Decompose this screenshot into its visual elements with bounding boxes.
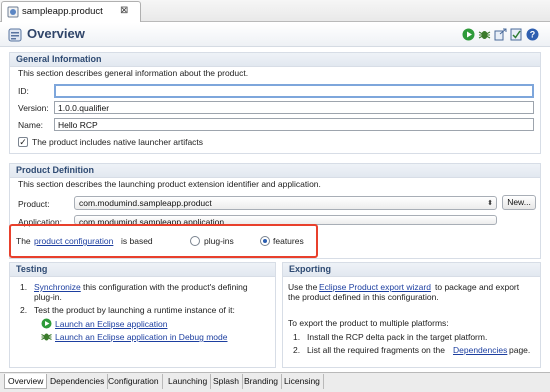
product-combo-value: com.modumind.sampleapp.product: [79, 198, 212, 208]
version-label: Version:: [18, 103, 49, 113]
export-line1-prefix: Use the: [288, 282, 318, 292]
svg-text:?: ?: [530, 30, 536, 40]
help-icon[interactable]: ?: [526, 28, 539, 41]
config-prefix: The: [16, 236, 31, 246]
page-title: Overview: [27, 26, 85, 41]
tab-splash[interactable]: Splash: [210, 374, 243, 389]
overview-icon: [8, 28, 22, 42]
exporting-section: Exporting Use the Eclipse Product export…: [282, 262, 541, 368]
tab-overview[interactable]: Overview: [4, 374, 48, 389]
launch-debug-link[interactable]: Launch an Eclipse application in Debug m…: [55, 332, 227, 342]
synchronize-link[interactable]: Synchronize: [34, 282, 81, 292]
launch-eclipse-link[interactable]: Launch an Eclipse application: [55, 319, 167, 329]
close-icon[interactable]: ⊠: [120, 5, 128, 16]
product-label: Product:: [18, 199, 50, 209]
export-line1-suffix: to package and export: [435, 282, 520, 292]
section-title: Exporting: [289, 264, 331, 274]
tab-launching[interactable]: Launching: [165, 374, 212, 389]
section-description: This section describes the launching pro…: [18, 179, 321, 189]
name-field[interactable]: Hello RCP: [54, 118, 534, 131]
id-field[interactable]: [54, 84, 534, 98]
step1-text-cont: plug-in.: [34, 292, 62, 302]
tab-licensing[interactable]: Licensing: [281, 374, 324, 389]
section-header: General Information: [10, 53, 540, 67]
features-radio-label: features: [273, 236, 304, 246]
features-radio[interactable]: [260, 236, 270, 246]
tab-branding[interactable]: Branding: [241, 374, 283, 389]
product-file-icon: [7, 6, 19, 18]
section-header: Product Definition: [10, 164, 540, 178]
editor-tab-bar: sampleapp.product ⊠: [0, 0, 550, 22]
product-configuration-link[interactable]: product configuration: [34, 236, 113, 246]
section-title: General Information: [16, 54, 102, 64]
editor-tab-title: sampleapp.product: [22, 6, 103, 17]
run-icon: [41, 318, 52, 329]
editor-page-tabs: Overview Dependencies Configuration Laun…: [0, 372, 550, 392]
section-header: Exporting: [283, 263, 540, 277]
step1-text: this configuration with the product's de…: [83, 282, 248, 292]
section-header: Testing: [10, 263, 275, 277]
section-title: Product Definition: [16, 165, 94, 175]
section-description: This section describes general informati…: [18, 68, 249, 78]
chevron-updown-icon: ⬍: [487, 200, 493, 207]
general-information-section: General Information This section describ…: [9, 52, 541, 154]
plugins-radio[interactable]: [190, 236, 200, 246]
step2-text: Test the product by launching a runtime …: [34, 305, 235, 315]
export-step1-text: Install the RCP delta pack in the target…: [307, 332, 488, 342]
section-title: Testing: [16, 264, 48, 274]
config-suffix: is based: [121, 236, 153, 246]
step-number: 2.: [20, 305, 28, 315]
step-number: 1.: [20, 282, 28, 292]
id-label: ID:: [18, 86, 29, 96]
export-line3: To export the product to multiple platfo…: [288, 318, 449, 328]
step-number: 2.: [293, 345, 301, 355]
testing-section: Testing 1. Synchronize this configuratio…: [9, 262, 276, 368]
export-step2-suffix: page.: [509, 345, 531, 355]
export-line2: the product defined in this configuratio…: [288, 292, 439, 302]
tab-configuration[interactable]: Configuration: [105, 374, 163, 389]
debug-icon: [41, 333, 52, 341]
plugins-radio-label: plug-ins: [204, 236, 234, 246]
dependencies-link[interactable]: Dependencies: [453, 345, 507, 355]
debug-icon[interactable]: [478, 28, 491, 41]
name-label: Name:: [18, 120, 44, 130]
export-wizard-link[interactable]: Eclipse Product export wizard: [319, 282, 431, 292]
page-header: Overview ?: [0, 23, 550, 47]
launcher-checkbox[interactable]: ✓: [18, 137, 28, 147]
editor-tab-sampleapp-product[interactable]: sampleapp.product ⊠: [1, 1, 141, 22]
tab-dependencies[interactable]: Dependencies: [47, 374, 109, 389]
step-number: 1.: [293, 332, 301, 342]
validate-icon[interactable]: [510, 28, 523, 41]
export-step2-text: List all the required fragments on the: [307, 345, 445, 355]
product-combo[interactable]: com.modumind.sampleapp.product ⬍: [74, 196, 497, 210]
export-icon[interactable]: [494, 28, 507, 41]
version-field[interactable]: 1.0.0.qualifier: [54, 101, 534, 114]
new-product-button[interactable]: New...: [502, 195, 536, 210]
run-icon[interactable]: [462, 28, 475, 41]
launcher-checkbox-label: The product includes native launcher art…: [32, 137, 204, 147]
